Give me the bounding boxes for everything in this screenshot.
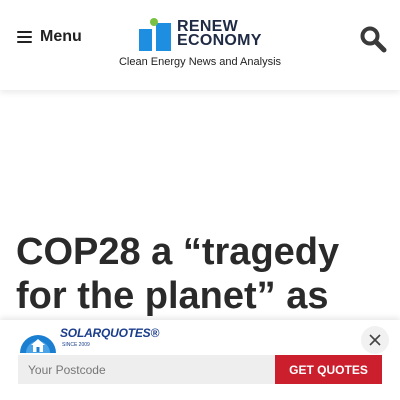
- solarquotes-logo[interactable]: SOLARQUOTES® SINCE 2009: [18, 325, 159, 353]
- search-button[interactable]: [358, 24, 388, 54]
- solarquotes-since: SINCE 2009: [62, 342, 90, 348]
- article-headline: COP28 a “tragedy for the planet” as: [16, 231, 340, 317]
- menu-button[interactable]: Menu: [17, 26, 82, 48]
- close-ad-button[interactable]: [361, 326, 389, 354]
- solarquotes-sticky-ad: SOLARQUOTES® SINCE 2009 GET QUOTES: [0, 320, 400, 400]
- ad-placeholder: [0, 90, 400, 220]
- site-tagline: Clean Energy News and Analysis: [118, 56, 282, 68]
- house-sun-icon: [20, 335, 56, 353]
- renew-economy-logo-icon: [139, 17, 171, 51]
- logo-line-2: ECONOMY: [177, 32, 262, 49]
- get-quotes-button[interactable]: GET QUOTES: [275, 355, 382, 384]
- solarquotes-registered-mark: ®: [150, 326, 160, 340]
- close-icon: [369, 334, 381, 346]
- search-icon: [360, 26, 387, 53]
- hamburger-icon: [17, 31, 32, 43]
- site-logo[interactable]: RENEW ECONOMY: [139, 17, 262, 51]
- solarquotes-brand: SOLARQUOTES: [60, 326, 151, 340]
- postcode-input[interactable]: [18, 355, 275, 384]
- page: Menu RENEW ECONOMY Clean Energy News and…: [0, 0, 400, 400]
- menu-label: Menu: [40, 28, 82, 45]
- logo-wordmark: RENEW ECONOMY: [177, 19, 262, 49]
- site-header: Menu RENEW ECONOMY Clean Energy News and…: [0, 0, 400, 90]
- solarquotes-wordmark: SOLARQUOTES® SINCE 2009: [60, 326, 160, 350]
